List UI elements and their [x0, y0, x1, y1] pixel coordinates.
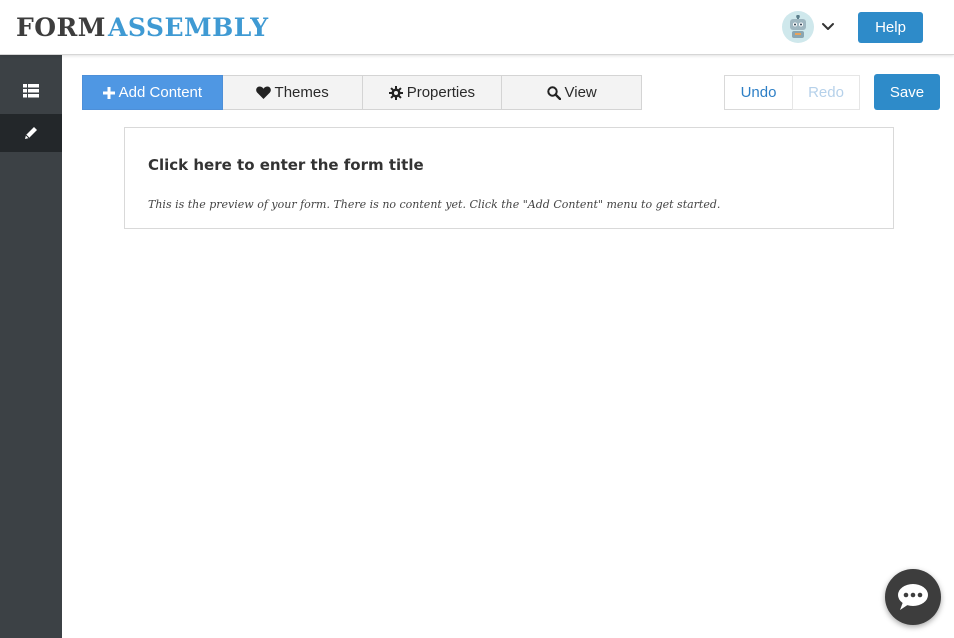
- plus-icon: [102, 86, 115, 99]
- save-button[interactable]: Save: [874, 74, 940, 110]
- undo-button[interactable]: Undo: [724, 75, 793, 110]
- tab-add-content-label: Add Content: [118, 84, 203, 101]
- tab-themes[interactable]: Themes: [222, 75, 363, 110]
- chat-button[interactable]: [885, 569, 941, 625]
- gear-icon: [388, 85, 403, 100]
- sidebar-item-edit[interactable]: [0, 114, 62, 152]
- user-menu[interactable]: [782, 10, 838, 44]
- top-bar: FORM ASSEMBLY Help: [0, 0, 954, 55]
- tab-properties-label: Properties: [406, 84, 476, 101]
- redo-button[interactable]: Redo: [792, 75, 860, 110]
- chat-bubble-icon: [898, 584, 928, 610]
- pencil-icon: [25, 127, 37, 139]
- tab-properties[interactable]: Properties: [362, 75, 503, 110]
- tab-add-content[interactable]: Add Content: [82, 75, 223, 110]
- list-icon: [23, 84, 39, 98]
- form-description: This is the preview of your form. There …: [148, 198, 721, 211]
- chevron-down-icon[interactable]: [820, 19, 836, 35]
- help-button[interactable]: Help: [858, 12, 923, 43]
- form-preview: Click here to enter the form title This …: [124, 127, 894, 229]
- tab-view-label: View: [564, 84, 597, 101]
- heart-icon: [255, 86, 271, 99]
- tab-view[interactable]: View: [502, 75, 642, 110]
- form-title[interactable]: Click here to enter the form title: [148, 156, 424, 174]
- tab-themes-label: Themes: [274, 84, 329, 101]
- logo-text-form: FORM: [16, 12, 106, 42]
- robot-avatar-icon[interactable]: [782, 11, 814, 43]
- sidebar-item-list[interactable]: [0, 72, 62, 110]
- sidebar: [0, 55, 62, 638]
- editor-toolbar: Add Content Themes Properties View: [82, 75, 642, 110]
- logo[interactable]: FORM ASSEMBLY: [16, 10, 269, 44]
- logo-text-assembly: ASSEMBLY: [107, 12, 269, 42]
- search-icon: [546, 85, 561, 100]
